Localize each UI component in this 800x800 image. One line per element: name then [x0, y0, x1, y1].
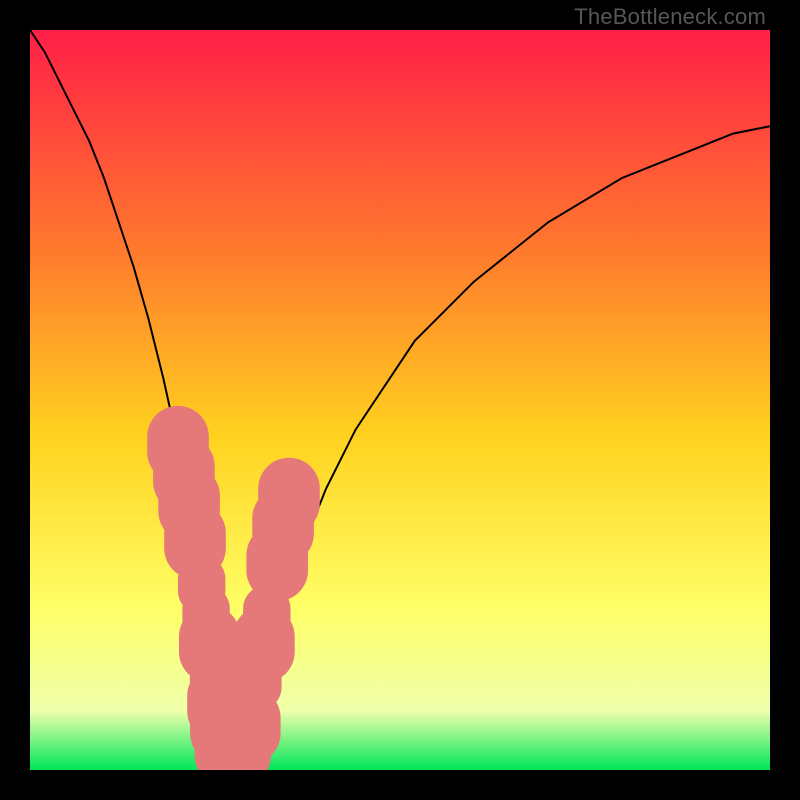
data-marker	[258, 458, 320, 535]
chart-frame: TheBottleneck.com	[0, 0, 800, 800]
plot-area	[30, 30, 770, 770]
gradient-background	[30, 30, 770, 770]
plot-svg	[30, 30, 770, 770]
watermark-text: TheBottleneck.com	[574, 4, 766, 30]
